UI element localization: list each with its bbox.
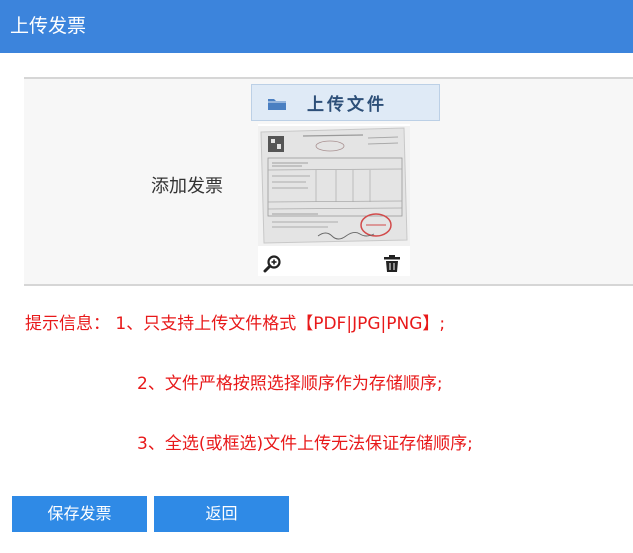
upload-file-label: 上传文件 bbox=[307, 95, 387, 115]
page-title: 上传发票 bbox=[0, 0, 633, 53]
upload-file-button[interactable]: 上传文件 bbox=[251, 84, 440, 121]
folder-icon bbox=[267, 96, 287, 110]
zoom-in-icon[interactable] bbox=[263, 254, 283, 274]
back-button[interactable]: 返回 bbox=[154, 496, 289, 532]
hint-line-1: 提示信息： 1、只支持上传文件格式【PDF|JPG|PNG】; bbox=[25, 314, 446, 334]
invoice-thumbnail-card bbox=[258, 124, 410, 276]
save-invoice-button[interactable]: 保存发票 bbox=[12, 496, 147, 532]
invoice-thumbnail-image[interactable] bbox=[258, 126, 410, 246]
page: 上传发票 添加发票 上传文件 提示信息： 1、只支持上传文件格式【PDF|JPG… bbox=[0, 0, 633, 553]
hint-line-3: 3、全选(或框选)文件上传无法保证存储顺序; bbox=[137, 434, 473, 454]
add-invoice-label: 添加发票 bbox=[151, 176, 223, 197]
trash-icon[interactable] bbox=[383, 254, 401, 274]
invoice-form-panel: 添加发票 上传文件 bbox=[24, 77, 633, 286]
hint-line-2: 2、文件严格按照选择顺序作为存储顺序; bbox=[137, 374, 443, 394]
thumbnail-actions bbox=[258, 252, 410, 274]
